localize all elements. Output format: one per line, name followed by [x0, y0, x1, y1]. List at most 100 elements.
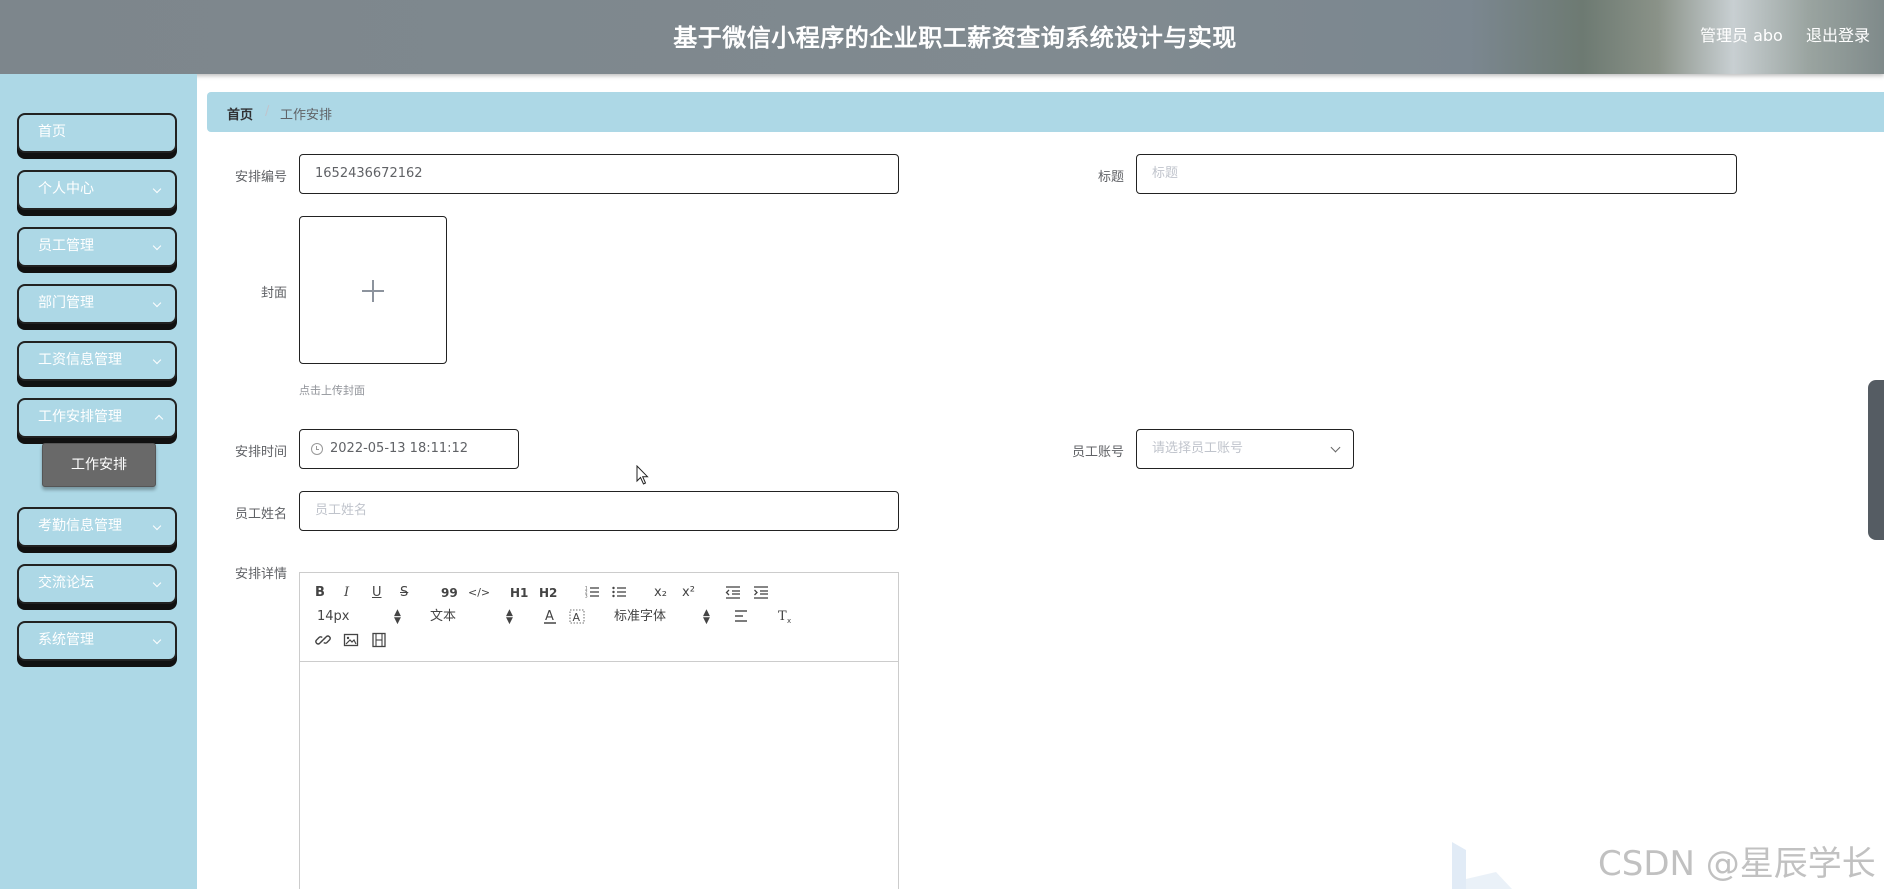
clear-format-button[interactable]: Tx [777, 608, 793, 629]
watermark-text: CSDN @星辰学长 [1598, 844, 1876, 884]
sidebar-item-personal-center[interactable]: 个人中心 [17, 170, 177, 210]
font-size-value: 14px [317, 609, 350, 624]
top-header: 基于微信小程序的企业职工薪资查询系统设计与实现 管理员 abo 退出登录 [0, 0, 1884, 74]
svg-text:T: T [778, 609, 787, 624]
indent-icon [754, 586, 768, 599]
image-icon [343, 633, 359, 647]
video-button[interactable] [371, 632, 387, 653]
breadcrumb-separator: / [265, 104, 270, 119]
chevron-down-icon [153, 229, 163, 265]
name-input[interactable]: 员工姓名 [299, 491, 899, 531]
chevron-down-icon [153, 509, 163, 545]
updown-icon: ▲ ▼ [703, 608, 710, 626]
sidebar-item-label: 部门管理 [38, 295, 94, 311]
sidebar-item-label: 工作安排管理 [38, 409, 122, 425]
link-icon [315, 635, 331, 645]
h2-button[interactable]: H2 [539, 585, 557, 601]
align-button[interactable] [733, 608, 749, 629]
svg-text:A: A [573, 611, 581, 624]
time-picker[interactable]: 2022-05-13 18:11:12 [299, 429, 519, 469]
sidebar-item-system-management[interactable]: 系统管理 [17, 621, 177, 661]
format-select[interactable]: 文本 ▲ ▼ [430, 608, 515, 626]
sidebar-item-salary-management[interactable]: 工资信息管理 [17, 341, 177, 381]
plus-icon-vertical [372, 280, 374, 302]
video-icon [372, 632, 386, 648]
indent-button[interactable] [753, 584, 769, 605]
font-color-button[interactable]: A [542, 608, 558, 631]
code-label: 安排编号 [234, 170, 287, 185]
background-color-button[interactable]: A [569, 608, 585, 631]
cover-label: 封面 [260, 286, 287, 301]
breadcrumb-current: 工作安排 [280, 108, 333, 123]
ordered-list-button[interactable]: 123 [584, 584, 600, 605]
name-label: 员工姓名 [234, 507, 287, 522]
sidebar-item-forum[interactable]: 交流论坛 [17, 564, 177, 604]
code-block-button[interactable]: </> [468, 585, 490, 601]
account-placeholder: 请选择员工账号 [1152, 441, 1244, 456]
h1-button[interactable]: H1 [510, 585, 528, 601]
blockquote-button[interactable]: 99 [441, 585, 458, 601]
outdent-button[interactable] [725, 584, 741, 605]
sidebar-item-label: 个人中心 [38, 181, 94, 197]
breadcrumb: 首页 / 工作安排 [207, 92, 1884, 132]
subscript-button[interactable]: x₂ [654, 585, 667, 601]
sidebar-item-label: 交流论坛 [38, 575, 94, 591]
breadcrumb-home[interactable]: 首页 [227, 104, 253, 123]
sidebar-item-label: 考勤信息管理 [38, 518, 122, 534]
font-family-select[interactable]: 标准字体 ▲ ▼ [614, 608, 712, 626]
time-label: 安排时间 [234, 445, 287, 460]
svg-text:A: A [545, 609, 554, 624]
code-input[interactable]: 1652436672162 [299, 154, 899, 194]
account-select[interactable]: 请选择员工账号 [1136, 429, 1354, 469]
image-button[interactable] [343, 632, 359, 653]
clock-icon [311, 443, 323, 455]
bullet-list-button[interactable] [611, 584, 627, 605]
submenu-item-work-arrangement[interactable]: 工作安排 [42, 443, 156, 487]
logout-link[interactable]: 退出登录 [1806, 22, 1870, 46]
underline-button[interactable]: U [372, 585, 382, 601]
link-button[interactable] [315, 632, 331, 653]
font-size-select[interactable]: 14px ▲ ▼ [317, 608, 402, 626]
bold-button[interactable]: B [315, 585, 325, 601]
sidebar-item-label: 系统管理 [38, 632, 94, 648]
chevron-up-icon [153, 400, 163, 436]
chevron-down-icon [153, 286, 163, 322]
editor-content-area[interactable] [300, 663, 898, 889]
clear-format-icon: Tx [778, 609, 791, 625]
cover-upload[interactable] [299, 216, 447, 364]
sidebar-item-work-arrangement-management[interactable]: 工作安排管理 [17, 398, 177, 438]
title-label: 标题 [1097, 170, 1124, 185]
watermark-logo-icon [1452, 842, 1512, 889]
format-value: 文本 [430, 609, 457, 624]
font-color-icon: A [544, 609, 556, 624]
time-value: 2022-05-13 18:11:12 [330, 441, 469, 456]
italic-button[interactable]: I [344, 585, 349, 601]
title-input[interactable]: 标题 [1136, 154, 1737, 194]
chevron-down-icon [153, 172, 163, 208]
sidebar-item-label: 工资信息管理 [38, 352, 122, 368]
sidebar-item-employee-management[interactable]: 员工管理 [17, 227, 177, 267]
updown-icon: ▲ ▼ [506, 608, 513, 626]
align-left-icon [735, 610, 747, 622]
strike-button[interactable]: S [400, 585, 408, 601]
sidebar-item-label: 员工管理 [38, 238, 94, 254]
chevron-down-icon [1330, 442, 1341, 453]
detail-label: 安排详情 [234, 567, 287, 582]
sidebar-item-home[interactable]: 首页 [17, 113, 177, 153]
sidebar-item-attendance-management[interactable]: 考勤信息管理 [17, 507, 177, 547]
sidebar-item-department-management[interactable]: 部门管理 [17, 284, 177, 324]
chevron-down-icon [153, 343, 163, 379]
account-label: 员工账号 [1071, 445, 1124, 460]
ordered-list-icon: 123 [585, 586, 599, 599]
side-floating-tab[interactable] [1868, 380, 1884, 540]
editor-toolbar: B I U S 99 </> H1 H2 123 x₂ x² 14px ▲ ▼ 文… [300, 573, 898, 662]
mouse-cursor-icon [636, 465, 649, 485]
background-color-icon: A [569, 609, 585, 624]
system-title: 基于微信小程序的企业职工薪资查询系统设计与实现 [673, 24, 1237, 52]
sidebar-item-label: 首页 [38, 124, 66, 140]
svg-text:x: x [787, 617, 791, 624]
svg-text:3: 3 [585, 594, 588, 599]
updown-icon: ▲ ▼ [394, 608, 401, 626]
rich-text-editor: B I U S 99 </> H1 H2 123 x₂ x² 14px ▲ ▼ 文… [299, 572, 899, 889]
superscript-button[interactable]: x² [682, 585, 695, 601]
